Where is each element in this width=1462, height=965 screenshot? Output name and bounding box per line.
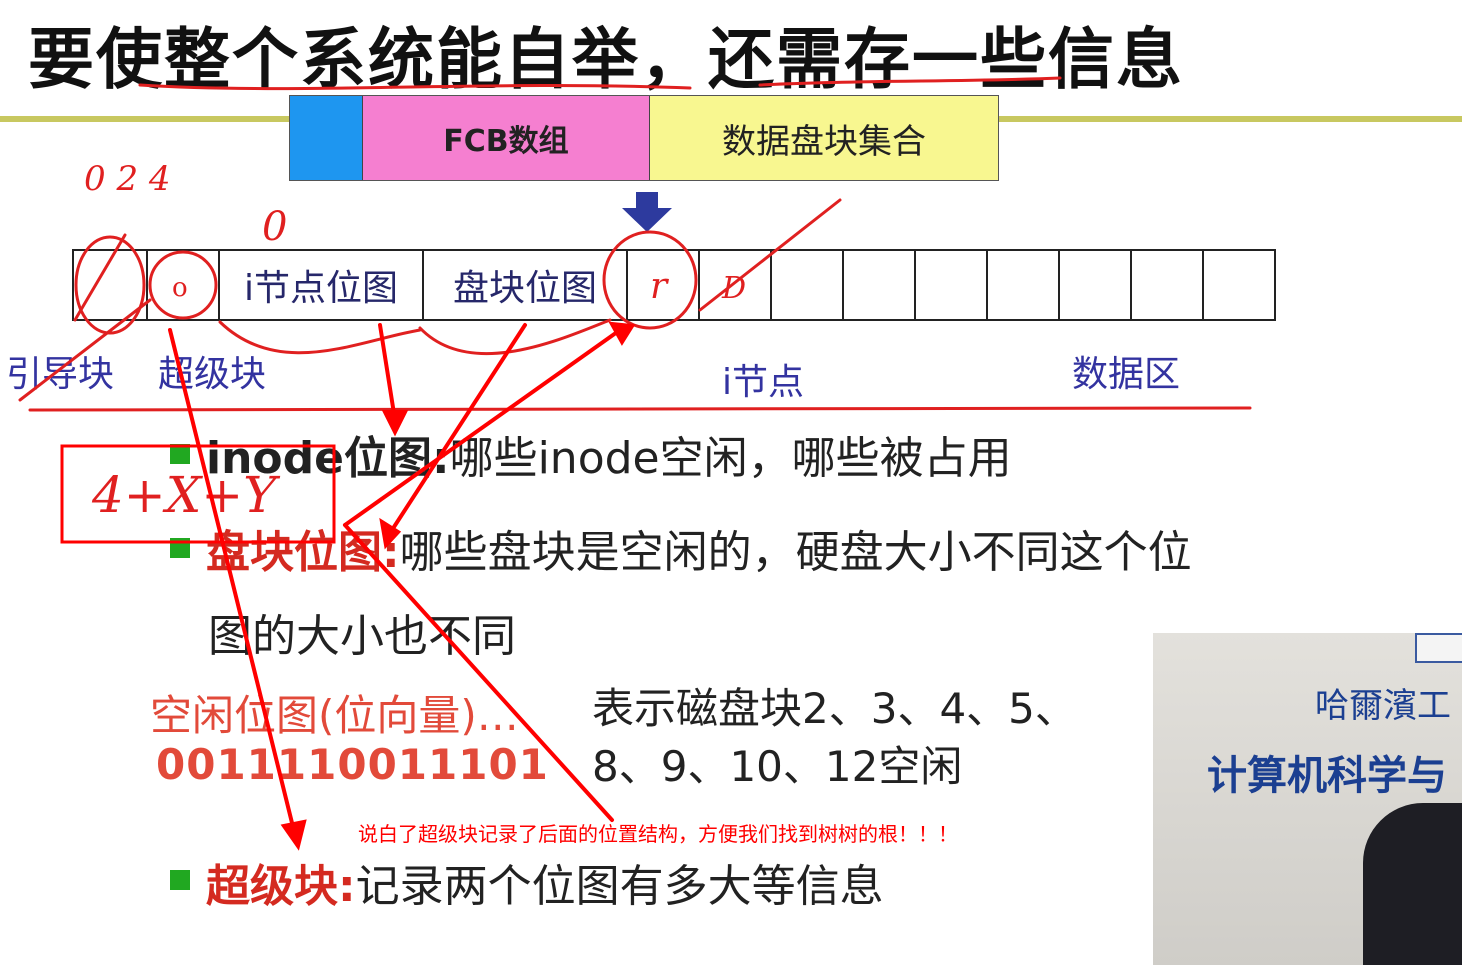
disk-underline-ink <box>28 406 1252 412</box>
fcb-bar: FCB数组 数据盘块集合 <box>289 95 999 181</box>
free-bitmap-title: 空闲位图(位向量)… <box>150 691 519 740</box>
free-bitmap-desc: 表示磁盘块2、3、4、5、 8、9、10、12空闲 <box>592 680 1077 796</box>
bullet-marker <box>170 870 190 890</box>
bullet-marker <box>170 538 190 558</box>
annotation-note: 说白了超级块记录了后面的位置结构，方便我们找到树树的根！！！ <box>358 822 958 846</box>
bullet-super-block: 超级块:记录两个位图有多大等信息 <box>206 850 884 914</box>
free-desc-line1: 表示磁盘块2、3、4、5、 <box>592 684 1077 733</box>
bullet-block-bitmap: 盘块位图:哪些盘块是空闲的，硬盘大小不同这个位 <box>206 516 1192 580</box>
bullet-body: 哪些盘块是空闲的，硬盘大小不同这个位 <box>399 527 1192 578</box>
inode-area-label: i节点 <box>722 362 805 403</box>
disk-cell <box>916 251 988 319</box>
bullet-body: 哪些inode空闲，哪些被占用 <box>449 433 1012 484</box>
bullet-head: 超级块: <box>206 861 356 912</box>
data-area-label: 数据区 <box>1072 354 1181 395</box>
fcb-blue-block <box>290 96 363 180</box>
disk-cell <box>772 251 844 319</box>
red-arrow <box>378 323 397 422</box>
free-desc-line2: 8、9、10、12空闲 <box>592 742 963 791</box>
disk-cell <box>844 251 916 319</box>
bullet-head: inode位图: <box>206 433 450 484</box>
bullet-head: 盘块位图: <box>206 527 400 578</box>
bullet-continuation: 图的大小也不同 <box>208 611 516 662</box>
school-logo <box>1415 633 1462 663</box>
disk-cell <box>1060 251 1132 319</box>
bullet-inode-bitmap: inode位图:哪些inode空闲，哪些被占用 <box>206 422 1012 486</box>
down-arrow-icon <box>622 192 672 232</box>
disk-cell <box>628 251 700 319</box>
disk-cell-super <box>148 251 220 319</box>
bullet-marker <box>170 444 190 464</box>
red-arrowhead <box>280 819 307 851</box>
ink-numbers: 0 2 4 <box>84 159 171 199</box>
slide-title: 要使整个系统能自举，还需存一些信息 <box>28 21 1184 98</box>
disk-cell <box>988 251 1060 319</box>
disk-cell-inode-bitmap: i节点位图 <box>220 251 424 319</box>
video-school-sign: 哈爾濱工 <box>1315 686 1451 726</box>
lecturer-figure <box>1363 803 1462 965</box>
disk-layout: i节点位图 盘块位图 <box>72 249 1276 321</box>
disk-cell-block-bitmap: 盘块位图 <box>424 251 628 319</box>
disk-cell-boot <box>74 251 148 319</box>
bullet-body: 记录两个位图有多大等信息 <box>355 861 884 912</box>
disk-cell <box>1132 251 1204 319</box>
video-dept-sign: 计算机科学与 <box>1207 753 1447 799</box>
super-block-label: 超级块 <box>158 354 267 395</box>
disk-cell <box>1204 251 1274 319</box>
disk-cell <box>700 251 772 319</box>
ink-zero: 0 <box>262 204 287 250</box>
fcb-array-block: FCB数组 <box>363 96 650 180</box>
boot-block-label: 引导块 <box>6 354 115 395</box>
bitmap-loop-ink <box>418 318 612 355</box>
red-arrowhead <box>608 321 636 346</box>
lecturer-video: 哈爾濱工 计算机科学与 <box>1153 633 1462 965</box>
free-bitmap-bits: 0011110011101 <box>156 740 549 789</box>
data-block-set: 数据盘块集合 <box>650 96 998 180</box>
